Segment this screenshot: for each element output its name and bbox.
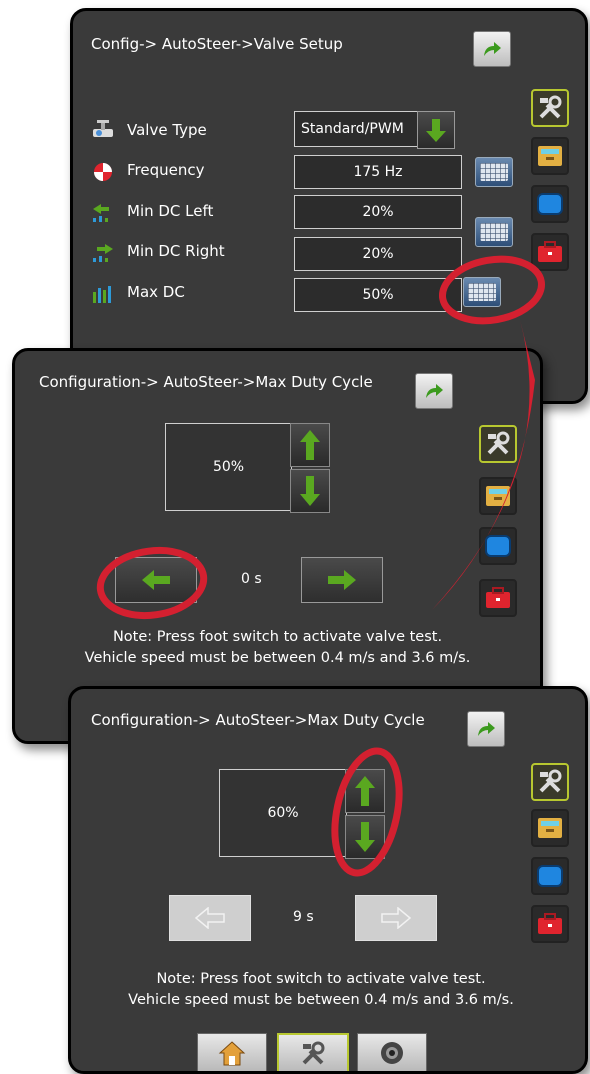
duty-cycle-value: 60%: [219, 769, 347, 857]
note-line: Vehicle speed must be between 0.4 m/s an…: [128, 992, 514, 1008]
note-line: Note: Press foot switch to activate valv…: [112, 629, 443, 645]
tab-camera[interactable]: [357, 1033, 427, 1071]
tab-console[interactable]: [531, 137, 569, 175]
tab-tools[interactable]: [277, 1033, 349, 1071]
screen-icon: [537, 193, 563, 215]
decrease-button[interactable]: [290, 469, 330, 513]
back-arrow-icon: [484, 42, 501, 56]
chevron-down-icon: [426, 119, 446, 142]
tab-screen[interactable]: [531, 185, 569, 223]
dropdown-button[interactable]: [417, 111, 455, 149]
console-icon: [538, 818, 562, 838]
back-button[interactable]: [473, 31, 511, 67]
tab-toolbox[interactable]: [531, 233, 569, 271]
previous-button[interactable]: [115, 557, 197, 603]
tools-icon: [302, 1041, 325, 1065]
arrow-up-icon: [355, 776, 375, 806]
back-button[interactable]: [415, 373, 453, 409]
tools-icon: [539, 95, 562, 119]
frequency-field[interactable]: 175 Hz: [294, 155, 462, 189]
row-label: Min DC Right: [127, 242, 225, 260]
frequency-icon: [94, 163, 112, 181]
row-label: Min DC Left: [127, 202, 214, 220]
arrow-right-icon: [328, 570, 356, 590]
arrow-up-icon: [300, 430, 320, 460]
tab-console[interactable]: [531, 809, 569, 847]
tab-screen[interactable]: [531, 857, 569, 895]
arrow-right-icon: [381, 907, 411, 929]
arrow-left-icon: [195, 907, 225, 929]
test-timer: 0 s: [241, 571, 262, 587]
tab-toolbox[interactable]: [479, 579, 517, 617]
tab-home[interactable]: [197, 1033, 267, 1071]
arrow-left-icon: [142, 570, 170, 590]
max-dc-icon: [93, 286, 111, 303]
note-line: Vehicle speed must be between 0.4 m/s an…: [84, 650, 471, 666]
tools-icon: [487, 431, 510, 455]
console-icon: [486, 486, 510, 506]
max-duty-cycle-screen: Configuration-> AutoSteer->Max Duty Cycl…: [12, 348, 543, 744]
valve-type-value: Standard/PWM: [301, 121, 404, 137]
page-title: Configuration-> AutoSteer->Max Duty Cycl…: [39, 373, 373, 391]
test-timer: 9 s: [293, 909, 314, 925]
back-arrow-icon: [426, 384, 443, 398]
toolbox-icon: [538, 913, 562, 934]
row-label: Valve Type: [127, 121, 207, 139]
tools-icon: [539, 769, 562, 793]
keyboard-icon: [468, 283, 496, 301]
min-dc-left-field[interactable]: 20%: [294, 195, 462, 229]
tab-console[interactable]: [479, 477, 517, 515]
home-icon: [218, 1041, 246, 1066]
max-duty-cycle-screen: Configuration-> AutoSteer->Max Duty Cycl…: [68, 686, 588, 1074]
tab-tools[interactable]: [479, 425, 517, 463]
min-dc-right-icon: [93, 244, 113, 262]
min-dc-right-field[interactable]: 20%: [294, 237, 462, 271]
duty-cycle-value: 50%: [165, 423, 292, 511]
page-title: Config-> AutoSteer->Valve Setup: [91, 35, 343, 53]
note-line: Note: Press foot switch to activate valv…: [156, 971, 486, 987]
arrow-down-icon: [300, 476, 320, 506]
tab-screen[interactable]: [479, 527, 517, 565]
valve-test-note: Note: Press foot switch to activate valv…: [15, 627, 540, 669]
previous-button[interactable]: [169, 895, 251, 941]
keyboard-icon: [480, 163, 508, 181]
keyboard-button[interactable]: [475, 217, 513, 247]
next-button[interactable]: [301, 557, 383, 603]
screen-icon: [485, 535, 511, 557]
screen-icon: [537, 865, 563, 887]
keyboard-button[interactable]: [463, 277, 501, 307]
valve-test-note: Note: Press foot switch to activate valv…: [71, 969, 571, 1011]
back-arrow-icon: [478, 722, 495, 736]
min-dc-left-icon: [93, 204, 109, 222]
stepper: [290, 423, 330, 513]
valve-setup-screen: Config-> AutoSteer->Valve Setup Valve Ty…: [70, 8, 588, 404]
increase-button[interactable]: [345, 769, 385, 813]
toolbox-icon: [486, 587, 510, 608]
page-title: Configuration-> AutoSteer->Max Duty Cycl…: [91, 711, 425, 729]
max-dc-field[interactable]: 50%: [294, 278, 462, 312]
camera-icon: [381, 1042, 403, 1064]
arrow-down-icon: [355, 822, 375, 852]
stepper: [345, 769, 385, 859]
back-button[interactable]: [467, 711, 505, 747]
valve-icon: [93, 120, 113, 137]
toolbox-icon: [538, 241, 562, 262]
keyboard-button[interactable]: [475, 157, 513, 187]
tab-tools[interactable]: [531, 763, 569, 801]
row-label: Max DC: [127, 283, 185, 301]
row-label: Frequency: [127, 161, 205, 179]
tab-toolbox[interactable]: [531, 905, 569, 943]
increase-button[interactable]: [290, 423, 330, 467]
keyboard-icon: [480, 223, 508, 241]
decrease-button[interactable]: [345, 815, 385, 859]
next-button[interactable]: [355, 895, 437, 941]
tab-tools[interactable]: [531, 89, 569, 127]
valve-type-select[interactable]: Standard/PWM: [294, 111, 432, 147]
console-icon: [538, 146, 562, 166]
